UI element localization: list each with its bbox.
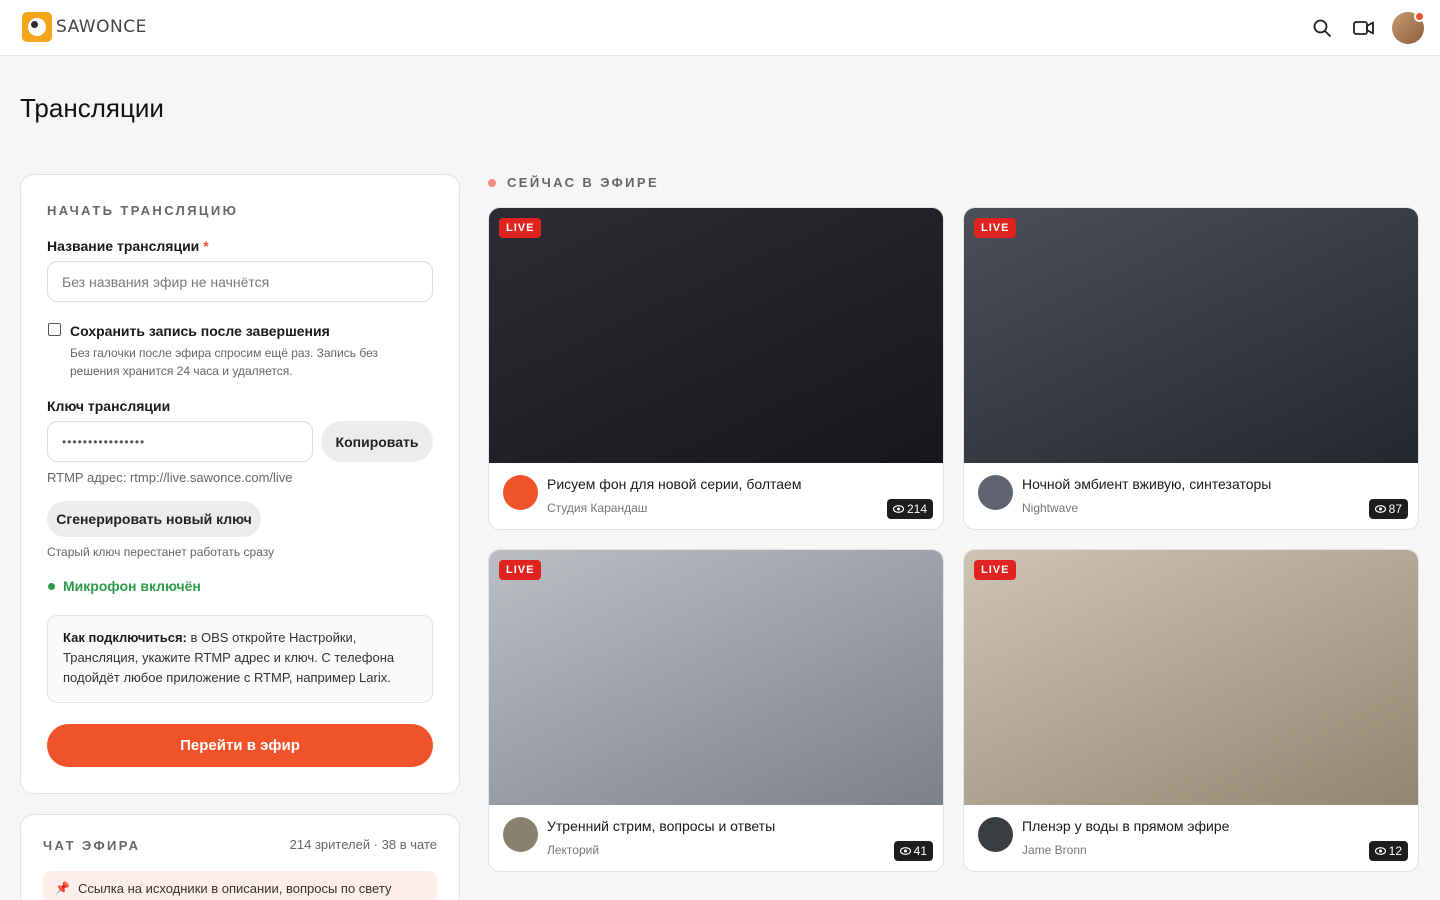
- live-dot-icon: [488, 178, 496, 187]
- logo[interactable]: SAWONCE: [22, 12, 147, 42]
- page-title: Трансляции: [20, 93, 164, 123]
- channel-name[interactable]: Лекторий: [547, 843, 599, 857]
- stream-title[interactable]: Утренний стрим, вопросы и ответы: [547, 818, 775, 834]
- stream-chat-panel: ЧАТ ЭФИРА 214 зрителей · 38 в чате 📌 Ссы…: [20, 814, 460, 900]
- stream-thumbnail[interactable]: [964, 550, 1418, 805]
- stream-thumbnail[interactable]: [964, 208, 1418, 463]
- copy-key-button[interactable]: Копировать: [321, 421, 433, 462]
- stream-card[interactable]: LIVE 12 Пленэр у воды в прямом эфире Jame B…: [963, 549, 1419, 872]
- stream-card[interactable]: LIVE 41 Утренний стрим, вопросы и ответы Ле…: [488, 549, 944, 872]
- stream-name-input[interactable]: [47, 261, 433, 302]
- channel-avatar[interactable]: [978, 817, 1013, 852]
- logo-icon: [22, 12, 52, 42]
- stream-key-label: Ключ трансляции: [47, 398, 171, 414]
- live-badge: LIVE: [974, 560, 1017, 580]
- search-icon[interactable]: [1304, 10, 1340, 46]
- rtmp-address: RTMP адрес: rtmp://live.sawonce.com/live: [47, 470, 293, 485]
- save-recording-hint: Без галочки после эфира спросим ещё раз.…: [70, 346, 378, 378]
- live-now-header: СЕЙЧАС В ЭФИРЕ: [488, 175, 659, 190]
- live-now-title: СЕЙЧАС В ЭФИРЕ: [507, 175, 660, 190]
- live-badge: LIVE: [499, 218, 542, 238]
- status-dot-icon: [48, 582, 55, 590]
- live-badge: LIVE: [974, 218, 1017, 238]
- channel-name[interactable]: Студия Карандаш: [547, 501, 647, 515]
- go-live-button[interactable]: Перейти в эфир: [47, 724, 433, 767]
- eye-icon: [899, 847, 911, 855]
- start-section-title: НАЧАТЬ ТРАНСЛЯЦИЮ: [47, 203, 239, 218]
- mic-status: Микрофон включён: [48, 578, 201, 594]
- save-recording-checkbox[interactable]: [48, 323, 61, 336]
- stream-name-label: Название трансляции *: [47, 238, 209, 254]
- video-camera-icon[interactable]: [1346, 10, 1382, 46]
- logo-text: SAWONCE: [56, 17, 147, 37]
- connect-info-box: Как подключиться: в OBS откройте Настрой…: [47, 615, 433, 703]
- chat-title: ЧАТ ЭФИРА: [43, 838, 141, 853]
- stream-title[interactable]: Ночной эмбиент вживую, синтезаторы: [1022, 476, 1271, 492]
- channel-name[interactable]: Jame Bronn: [1022, 843, 1087, 857]
- start-broadcast-panel: НАЧАТЬ ТРАНСЛЯЦИЮ Название трансляции * …: [20, 174, 460, 794]
- regenerate-key-button[interactable]: Сгенерировать новый ключ: [47, 501, 261, 537]
- channel-avatar[interactable]: [503, 817, 538, 852]
- stream-title[interactable]: Пленэр у воды в прямом эфире: [1022, 818, 1229, 834]
- live-badge: LIVE: [499, 560, 542, 580]
- notification-badge: [1414, 11, 1425, 22]
- regenerate-key-hint: Старый ключ перестанет работать сразу: [47, 545, 275, 559]
- eye-icon: [1374, 847, 1386, 855]
- viewer-count: 12: [1368, 841, 1408, 861]
- chat-meta: 214 зрителей · 38 в чате: [289, 837, 437, 852]
- viewer-count: 87: [1368, 499, 1408, 519]
- stream-thumbnail[interactable]: [489, 208, 943, 463]
- eye-icon: [892, 505, 904, 513]
- stream-card[interactable]: LIVE 214 Рисуем фон для новой серии, болта…: [488, 207, 944, 530]
- stream-card[interactable]: LIVE 87 Ночной эмбиент вживую, синтезаторы…: [963, 207, 1419, 530]
- pinned-message: 📌 Ссылка на исходники в описании, вопрос…: [43, 871, 437, 900]
- stream-key-field[interactable]: ••••••••••••••••: [47, 421, 313, 462]
- pin-icon: 📌: [55, 881, 70, 895]
- channel-avatar[interactable]: [503, 475, 538, 510]
- viewer-count: 41: [893, 841, 933, 861]
- stream-title[interactable]: Рисуем фон для новой серии, болтаем: [547, 476, 801, 492]
- channel-name[interactable]: Nightwave: [1022, 501, 1078, 515]
- user-avatar[interactable]: [1392, 11, 1425, 44]
- stream-thumbnail[interactable]: [489, 550, 943, 805]
- eye-icon: [1374, 505, 1386, 513]
- top-bar: SAWONCE: [0, 0, 1440, 56]
- save-recording-label[interactable]: Сохранить запись после завершения: [70, 323, 330, 339]
- channel-avatar[interactable]: [978, 475, 1013, 510]
- viewer-count: 214: [886, 499, 933, 519]
